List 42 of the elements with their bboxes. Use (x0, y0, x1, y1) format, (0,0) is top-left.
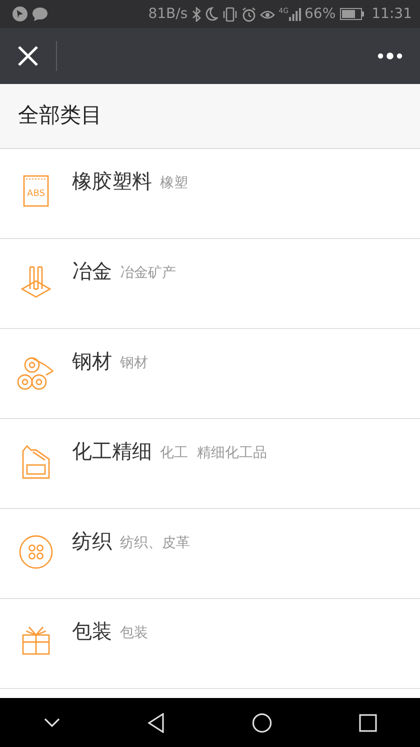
category-title: 化工精细 (72, 438, 152, 465)
chat-icon (32, 6, 48, 22)
app-notification-icon (12, 6, 28, 22)
vibrate-icon (222, 6, 238, 22)
clock-text: 11:31 (372, 4, 412, 24)
battery-icon (340, 8, 364, 20)
pipe-bundle-icon (17, 355, 55, 391)
icon-label: ABS (27, 189, 45, 199)
category-subtitle: 钢材 (120, 354, 148, 373)
page-title: 全部类目 (18, 102, 102, 130)
category-subtitle: 纺织、皮革 (120, 534, 190, 553)
back-icon[interactable] (146, 712, 164, 732)
steel-beam-icon (21, 265, 51, 299)
category-title: 冶金 (72, 258, 112, 285)
recents-icon[interactable] (358, 714, 376, 732)
more-icon (377, 52, 403, 60)
category-subtitle: 冶金矿产 (120, 264, 176, 283)
chevron-down-icon[interactable] (44, 718, 60, 727)
close-icon (17, 45, 39, 67)
network-speed-text: 81B/s (148, 4, 188, 24)
category-item[interactable]: ABS 橡胶塑料 橡塑 (0, 149, 420, 239)
category-item[interactable]: 冶金 冶金矿产 (0, 239, 420, 329)
category-subtitle: 橡塑 (160, 174, 188, 193)
bluetooth-icon (192, 6, 201, 22)
category-title: 钢材 (72, 348, 112, 375)
category-item[interactable]: 包装 包装 (0, 599, 420, 689)
alarm-icon (242, 6, 256, 22)
category-subtitle: 包装 (120, 624, 148, 643)
category-title: 包装 (72, 618, 112, 645)
category-subtitle: 化工 精细化工品 (160, 444, 267, 463)
canister-icon (22, 445, 50, 479)
category-title: 橡胶塑料 (72, 168, 152, 195)
signal-icon (288, 8, 301, 20)
category-item[interactable]: 纺织 纺织、皮革 (0, 509, 420, 599)
home-icon[interactable] (252, 712, 272, 732)
moon-icon (204, 7, 218, 21)
sewing-button-icon (19, 535, 53, 569)
category-title: 纺织 (72, 528, 112, 555)
battery-percent-text: 66% (304, 4, 336, 24)
category-item[interactable]: 钢材 钢材 (0, 329, 420, 419)
gift-icon (22, 625, 50, 655)
category-item[interactable]: 化工精细 化工 精细化工品 (0, 419, 420, 509)
